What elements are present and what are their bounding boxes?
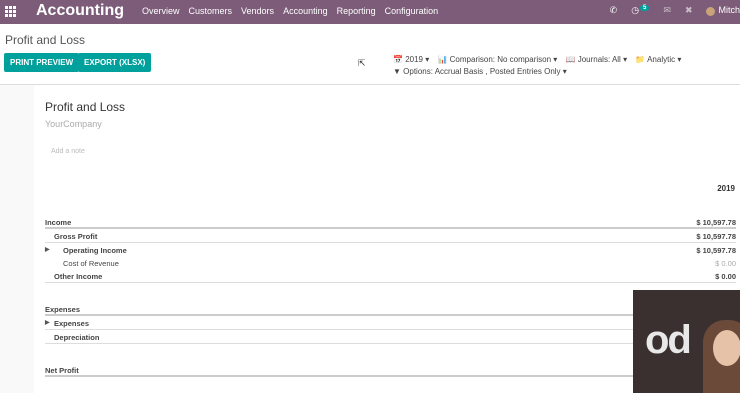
filter-analytic[interactable]: 📁 Analytic ▾ — [635, 55, 681, 64]
avatar — [706, 6, 716, 16]
tools-icon[interactable]: ✖ — [685, 5, 693, 16]
table-row[interactable]: Cost of Revenue $ 0.00 — [45, 256, 736, 270]
print-preview-button[interactable]: PRINT PREVIEW — [4, 53, 80, 72]
phone-icon[interactable]: ✆ — [610, 5, 618, 16]
row-label: Net Profit — [45, 366, 79, 375]
row-label: Expenses — [54, 319, 90, 328]
odoo-logo-text: od — [645, 318, 692, 362]
menu-item-customers[interactable]: Customers — [189, 6, 233, 16]
user-menu[interactable]: Mitch — [706, 5, 740, 16]
expand-caret-icon[interactable]: ▶ — [45, 246, 50, 253]
table-row[interactable]: Income $ 10,597.78 — [45, 215, 736, 229]
export-xlsx-button[interactable]: EXPORT (XLSX) — [78, 53, 152, 72]
row-label: Income — [45, 218, 72, 227]
menu-item-vendors[interactable]: Vendors — [241, 6, 274, 16]
control-panel: Profit and Loss PRINT PREVIEW EXPORT (XL… — [0, 24, 740, 85]
row-amount: $ 10,597.78 — [696, 232, 736, 241]
filter-date-label: 2019 — [405, 55, 423, 64]
row-amount: $ 0.00 — [715, 259, 736, 268]
row-amount: $ 10,597.78 — [696, 218, 736, 227]
mouse-cursor-icon: ⇱ — [358, 58, 366, 68]
filter-options[interactable]: ▼ Options: Accrual Basis , Posted Entrie… — [393, 67, 567, 76]
breadcrumb: Profit and Loss — [5, 33, 86, 47]
row-label: Gross Profit — [54, 232, 98, 241]
activity-count-badge: 5 — [640, 5, 650, 11]
table-row[interactable]: ▶ Operating Income $ 10,597.78 — [45, 243, 736, 257]
filter-analytic-label: Analytic — [647, 55, 676, 64]
row-label: Depreciation — [54, 333, 100, 342]
row-amount: $ 0.00 — [715, 272, 736, 281]
add-note-field[interactable]: Add a note — [51, 148, 85, 155]
main-menu: Overview Customers Vendors Accounting Re… — [142, 6, 447, 16]
filter-options-label: Options: Accrual Basis , Posted Entries … — [403, 67, 561, 76]
menu-item-overview[interactable]: Overview — [142, 6, 180, 16]
activity-icon[interactable]: ◷ 5 — [631, 5, 650, 16]
row-label: Cost of Revenue — [63, 259, 119, 268]
row-label: Expenses — [45, 305, 81, 314]
app-brand[interactable]: Accounting — [36, 2, 124, 20]
table-row[interactable]: Gross Profit $ 10,597.78 — [45, 229, 736, 243]
filter-journals[interactable]: 📖 Journals: All ▾ — [566, 55, 628, 64]
menu-item-reporting[interactable]: Reporting — [337, 6, 376, 16]
report-filters: 📅 2019 ▾ 📊 Comparison: No comparison ▾ 📖… — [393, 54, 687, 78]
row-amount: $ 10,597.78 — [696, 246, 736, 255]
webcam-video-overlay: od — [633, 290, 740, 393]
column-header-year: 2019 — [717, 184, 735, 193]
filter-date[interactable]: 📅 2019 ▾ — [393, 55, 429, 64]
menu-item-configuration[interactable]: Configuration — [385, 6, 439, 16]
apps-menu-icon[interactable] — [5, 6, 16, 17]
row-label: Operating Income — [63, 246, 127, 255]
chat-icon[interactable]: ✉ — [663, 5, 671, 16]
top-navbar: Accounting Overview Customers Vendors Ac… — [0, 0, 740, 24]
navbar-systray: ✆ ◷ 5 ✉ ✖ Mitch — [596, 5, 740, 16]
company-name: YourCompany — [45, 119, 102, 129]
table-row[interactable]: Other Income $ 0.00 — [45, 269, 736, 283]
report-title: Profit and Loss — [45, 100, 126, 114]
filter-comparison[interactable]: 📊 Comparison: No comparison ▾ — [437, 55, 557, 64]
expand-caret-icon[interactable]: ▶ — [45, 319, 50, 326]
row-label: Other Income — [54, 272, 103, 281]
filter-comparison-label: Comparison: No comparison — [449, 55, 552, 64]
presenter-face — [713, 330, 740, 366]
user-name: Mitch — [718, 5, 740, 16]
filter-journals-label: Journals: All — [577, 55, 621, 64]
menu-item-accounting[interactable]: Accounting — [283, 6, 328, 16]
